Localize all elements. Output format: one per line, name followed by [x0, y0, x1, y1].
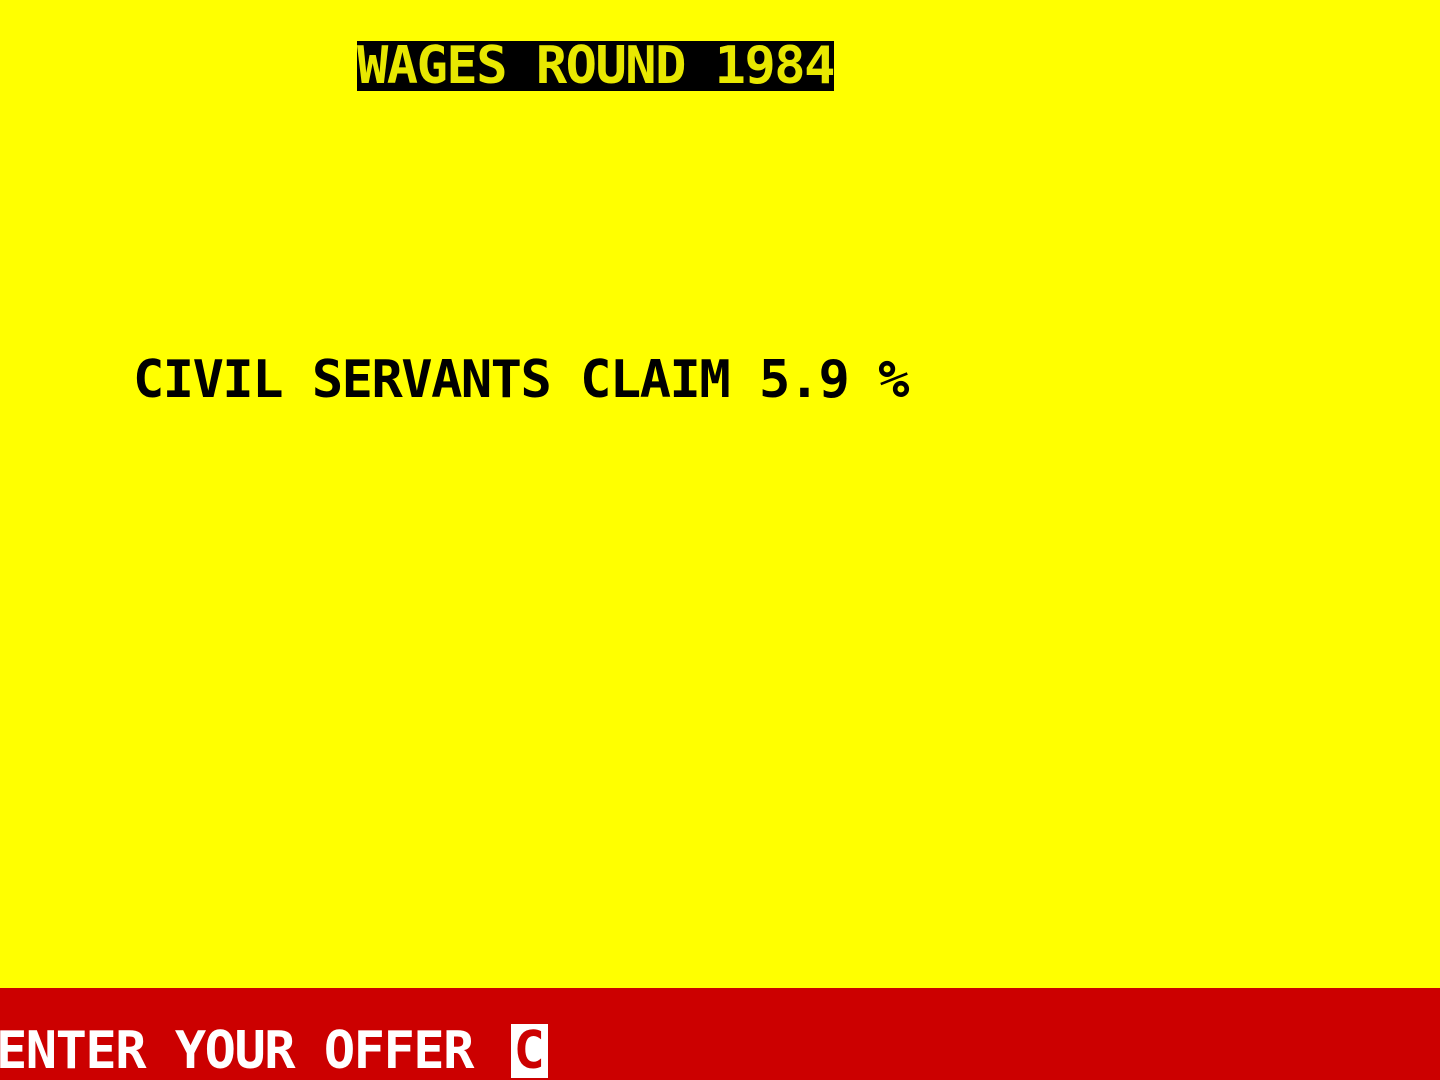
page-title: WAGES ROUND 1984: [357, 36, 835, 96]
prompt-row[interactable]: ENTER YOUR OFFER C: [0, 1024, 548, 1078]
game-screen: WAGES ROUND 1984 CIVIL SERVANTS CLAIM 5.…: [0, 0, 1440, 1080]
claim-message: CIVIL SERVANTS CLAIM 5.9 %: [133, 350, 909, 410]
text-cursor: C: [510, 1024, 548, 1078]
prompt-label: ENTER YOUR OFFER: [0, 1021, 503, 1080]
input-prompt-bar: ENTER YOUR OFFER C: [0, 988, 1440, 1080]
title-banner: WAGES ROUND 1984: [357, 36, 835, 96]
